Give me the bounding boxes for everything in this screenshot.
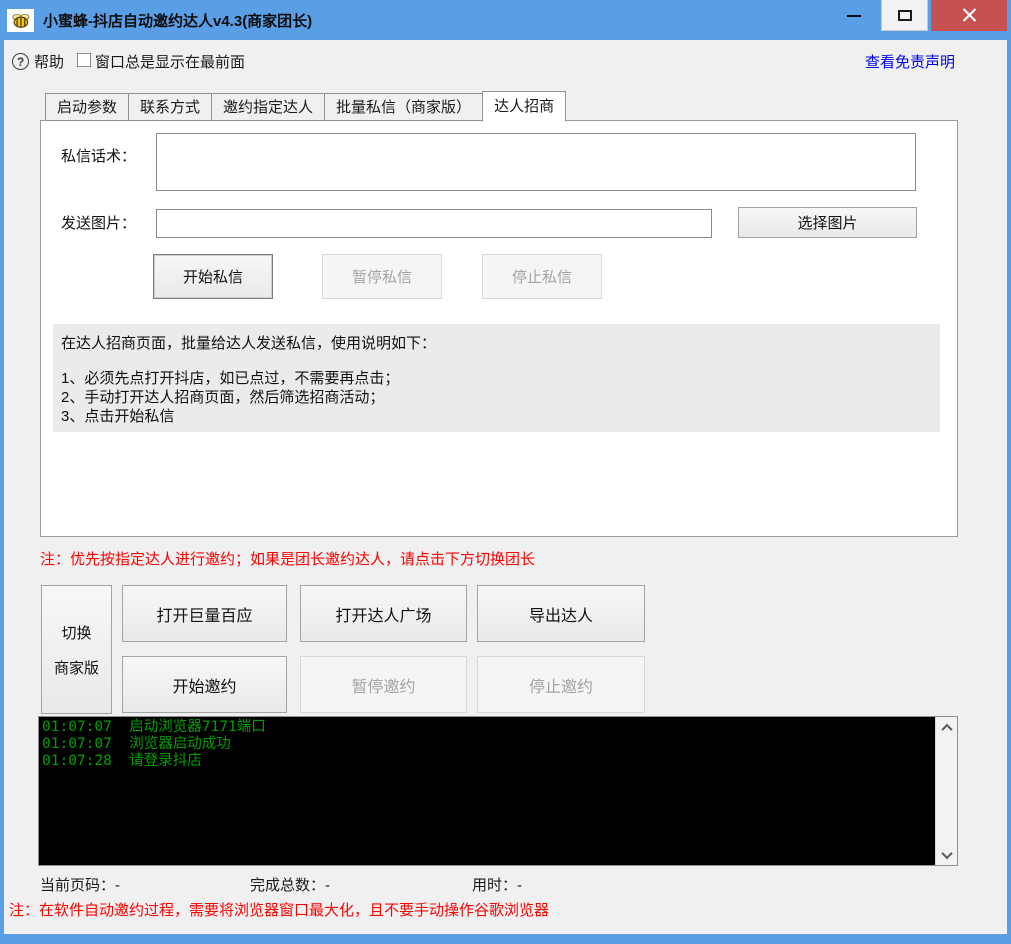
current-page-status: 当前页码：- [40, 874, 120, 895]
log-output: 01:07:07 启动浏览器7171端口 01:07:07 浏览器启动成功 01… [39, 717, 935, 865]
help-button[interactable]: ? 帮助 [12, 51, 64, 72]
priority-note: 注：优先按指定达人进行邀约；如果是团长邀约达人，请点击下方切换团长 [40, 548, 535, 569]
maximize-button[interactable] [881, 0, 928, 31]
pause-dm-button[interactable]: 暂停私信 [322, 254, 442, 299]
instruction-step-2: 2、手动打开达人招商页面，然后筛选招商活动； [61, 388, 932, 407]
switch-line1: 切换 [61, 622, 91, 643]
send-image-input[interactable] [156, 209, 712, 238]
window-title: 小蜜蜂-抖店自动邀约达人v4.3(商家团长) [43, 10, 312, 31]
usage-instructions: 在达人招商页面，批量给达人发送私信，使用说明如下： 1、必须先点打开抖店，如已点… [53, 324, 940, 432]
tab-start-params[interactable]: 启动参数 [45, 93, 129, 121]
scroll-up-arrow-icon[interactable] [936, 719, 957, 736]
export-talents-button[interactable]: 导出达人 [477, 585, 645, 642]
pause-invite-button[interactable]: 暂停邀约 [300, 656, 467, 713]
log-line: 01:07:07 启动浏览器7171端口 [42, 719, 932, 736]
stop-dm-button[interactable]: 停止私信 [482, 254, 602, 299]
open-talent-square-button[interactable]: 打开达人广场 [300, 585, 467, 642]
app-bee-icon [7, 9, 34, 32]
instruction-step-3: 3、点击开始私信 [61, 407, 932, 426]
tab-talent-recruit[interactable]: 达人招商 [482, 91, 566, 122]
log-scrollbar[interactable] [935, 717, 957, 865]
dm-script-label: 私信话术： [61, 145, 136, 166]
send-image-label: 发送图片： [61, 212, 136, 233]
tab-contact-method[interactable]: 联系方式 [128, 93, 212, 121]
scroll-down-arrow-icon[interactable] [936, 846, 957, 863]
checkbox-unchecked[interactable] [77, 53, 91, 67]
switch-merchant-version-button[interactable]: 切换 商家版 [41, 585, 112, 714]
completed-total-status: 完成总数：- [250, 874, 330, 895]
start-dm-button[interactable]: 开始私信 [153, 254, 273, 299]
log-box: 01:07:07 启动浏览器7171端口 01:07:07 浏览器启动成功 01… [38, 716, 958, 866]
bee-icon [10, 12, 31, 29]
tab-bulk-dm-merchant[interactable]: 批量私信（商家版） [324, 93, 483, 121]
help-icon: ? [12, 53, 29, 70]
client-area: ? 帮助 窗口总是显示在最前面 查看免责声明 启动参数 联系方式 邀约指定达人 … [4, 40, 1007, 934]
elapsed-time-status: 用时：- [472, 874, 522, 895]
log-line: 01:07:28 请登录抖店 [42, 753, 932, 770]
start-invite-button[interactable]: 开始邀约 [122, 656, 287, 713]
status-row: 当前页码：- 完成总数：- 用时：- [4, 874, 1007, 894]
switch-line2: 商家版 [54, 657, 99, 678]
completed-total-value: - [325, 877, 330, 894]
close-button[interactable] [931, 0, 1007, 31]
current-page-label: 当前页码： [40, 877, 115, 894]
help-label: 帮助 [34, 51, 64, 72]
current-page-value: - [115, 877, 120, 894]
instruction-step-1: 1、必须先点打开抖店，如已点过，不需要再点击； [61, 369, 932, 388]
elapsed-time-label: 用时： [472, 877, 517, 894]
always-on-top-checkbox[interactable]: 窗口总是显示在最前面 [77, 51, 245, 72]
instructions-intro: 在达人招商页面，批量给达人发送私信，使用说明如下： [61, 332, 932, 353]
completed-total-label: 完成总数： [250, 877, 325, 894]
open-juliang-baiying-button[interactable]: 打开巨量百应 [122, 585, 287, 642]
minimize-icon [847, 15, 861, 17]
choose-image-button[interactable]: 选择图片 [738, 207, 917, 238]
stop-invite-button[interactable]: 停止邀约 [477, 656, 645, 713]
log-line: 01:07:07 浏览器启动成功 [42, 736, 932, 753]
talent-recruit-panel: 私信话术： 发送图片： 选择图片 开始私信 暂停私信 停止私信 在达人招商页面，… [40, 120, 958, 537]
tab-bar: 启动参数 联系方式 邀约指定达人 批量私信（商家版） 达人招商 [45, 91, 566, 121]
maximize-icon [898, 10, 912, 21]
browser-warning-note: 注：在软件自动邀约过程，需要将浏览器窗口最大化，且不要手动操作谷歌浏览器 [9, 899, 549, 920]
tab-invite-specified[interactable]: 邀约指定达人 [211, 93, 325, 121]
close-icon [962, 8, 977, 23]
app-window: 小蜜蜂-抖店自动邀约达人v4.3(商家团长) ? 帮助 窗口总是显示在最前面 查… [0, 0, 1011, 944]
disclaimer-link[interactable]: 查看免责声明 [865, 51, 955, 72]
minimize-button[interactable] [833, 0, 875, 31]
always-on-top-label: 窗口总是显示在最前面 [95, 51, 245, 72]
dm-script-textarea[interactable] [156, 133, 916, 191]
elapsed-time-value: - [517, 877, 522, 894]
